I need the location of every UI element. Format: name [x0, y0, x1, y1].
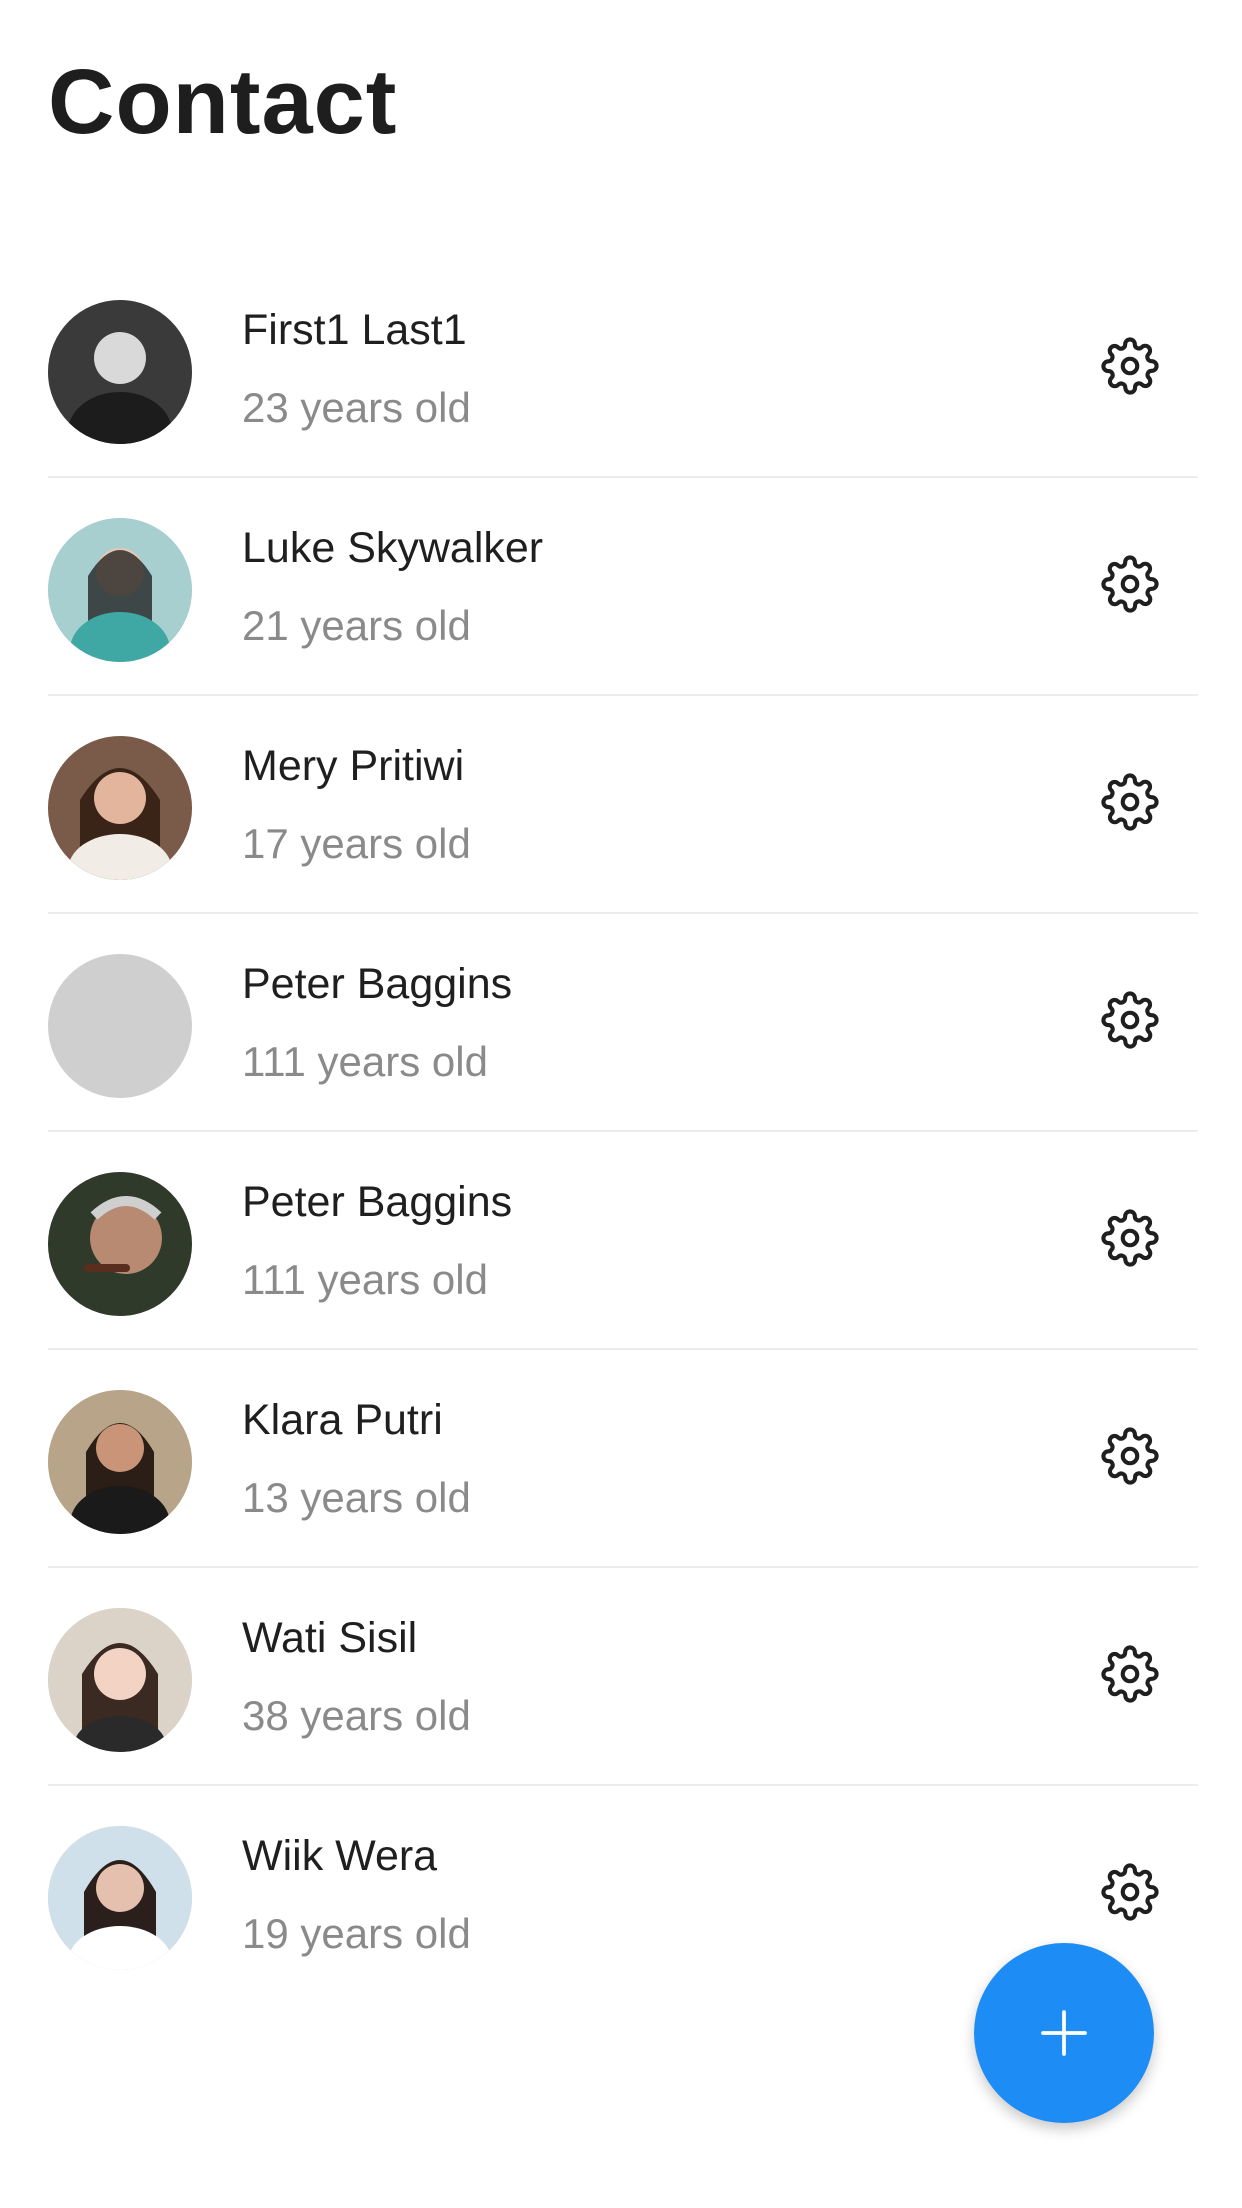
contact-row[interactable]: Peter Baggins 111 years old — [48, 1132, 1198, 1350]
contact-age: 21 years old — [242, 602, 471, 649]
avatar — [48, 1826, 192, 1970]
contact-list: First1 Last1 23 years old Luke Skywalker… — [48, 260, 1198, 2004]
avatar-photo-icon — [48, 1826, 192, 1970]
contact-name: Peter Baggins — [242, 960, 513, 1008]
gear-icon — [1101, 1863, 1159, 1921]
contact-row[interactable]: Peter Baggins 111 years old — [48, 914, 1198, 1132]
avatar — [48, 300, 192, 444]
contact-age: 19 years old — [242, 1910, 471, 1957]
settings-button[interactable] — [1092, 546, 1168, 622]
contact-name: Klara Putri — [242, 1396, 443, 1444]
settings-button[interactable] — [1092, 1854, 1168, 1930]
gear-icon — [1101, 773, 1159, 831]
contact-row[interactable]: Klara Putri 13 years old — [48, 1350, 1198, 1568]
settings-button[interactable] — [1092, 1418, 1168, 1494]
contact-row[interactable]: Wati Sisil 38 years old — [48, 1568, 1198, 1786]
contact-age: 23 years old — [242, 384, 471, 431]
avatar — [48, 1608, 192, 1752]
avatar — [48, 518, 192, 662]
gear-icon — [1101, 991, 1159, 1049]
avatar-placeholder — [48, 954, 192, 1098]
gear-icon — [1101, 1209, 1159, 1267]
avatar-photo-icon — [48, 1608, 192, 1752]
contact-age: 38 years old — [242, 1692, 471, 1739]
contact-name: Luke Skywalker — [242, 524, 544, 572]
settings-button[interactable] — [1092, 1200, 1168, 1276]
gear-icon — [1101, 1645, 1159, 1703]
contact-name: Mery Pritiwi — [242, 742, 465, 790]
contact-age: 17 years old — [242, 820, 471, 867]
settings-button[interactable] — [1092, 982, 1168, 1058]
avatar — [48, 1172, 192, 1316]
avatar-photo-icon — [48, 518, 192, 662]
gear-icon — [1101, 337, 1159, 395]
contact-age: 111 years old — [242, 1256, 488, 1303]
add-contact-button[interactable] — [974, 1943, 1154, 2123]
avatar — [48, 736, 192, 880]
contact-name: Wiik Wera — [242, 1832, 438, 1880]
avatar-photo-icon — [48, 736, 192, 880]
settings-button[interactable] — [1092, 764, 1168, 840]
contact-name: Wati Sisil — [242, 1614, 418, 1662]
gear-icon — [1101, 555, 1159, 613]
gear-icon — [1101, 1427, 1159, 1485]
contact-name: First1 Last1 — [242, 306, 467, 354]
avatar-photo-icon — [48, 1172, 192, 1316]
settings-button[interactable] — [1092, 328, 1168, 404]
avatar — [48, 1390, 192, 1534]
contact-name: Peter Baggins — [242, 1178, 513, 1226]
page-title: Contact — [48, 51, 398, 153]
contact-row[interactable]: Luke Skywalker 21 years old — [48, 478, 1198, 696]
settings-button[interactable] — [1092, 1636, 1168, 1712]
avatar-photo-icon — [48, 1390, 192, 1534]
contact-row[interactable]: First1 Last1 23 years old — [48, 260, 1198, 478]
contact-row[interactable]: Mery Pritiwi 17 years old — [48, 696, 1198, 914]
contact-age: 13 years old — [242, 1474, 471, 1521]
avatar-photo-icon — [48, 300, 192, 444]
contact-age: 111 years old — [242, 1038, 488, 1085]
plus-icon — [1041, 2010, 1087, 2056]
